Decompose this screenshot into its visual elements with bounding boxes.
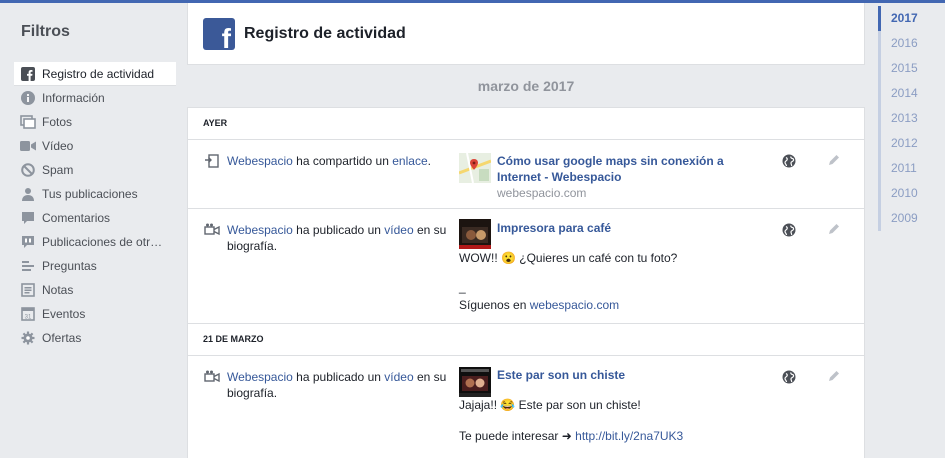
filter-activity-log[interactable]: Registro de actividad bbox=[14, 62, 176, 86]
photos-icon bbox=[20, 114, 36, 130]
period-text: . bbox=[427, 154, 431, 168]
offers-gear-icon bbox=[20, 330, 36, 346]
year-link-2011[interactable]: 2011 bbox=[878, 156, 928, 181]
post-text: Síguenos en webespacio.com bbox=[459, 297, 779, 313]
info-icon bbox=[20, 90, 36, 106]
filter-your-posts[interactable]: Tus publicaciones bbox=[14, 182, 176, 206]
post-text: WOW!! 😮 ¿Quieres un café con tu foto? bbox=[459, 251, 678, 265]
map-thumbnail[interactable] bbox=[458, 152, 492, 184]
post-text: Jajaja!! 😂 Este par son un chiste! bbox=[459, 398, 641, 412]
filters-title: Filtros bbox=[21, 23, 70, 40]
person-icon bbox=[20, 186, 36, 202]
filter-label: Eventos bbox=[42, 307, 86, 321]
month-heading: marzo de 2017 bbox=[477, 78, 575, 94]
page-title: Registro de actividad bbox=[244, 24, 406, 42]
facebook-icon bbox=[20, 66, 36, 82]
filter-label: Publicaciones de otr… bbox=[42, 235, 163, 249]
year-navigation: 2017 2016 2015 2014 2013 2012 2011 2010 … bbox=[878, 6, 928, 231]
filter-information[interactable]: Información bbox=[14, 86, 176, 110]
day-header: 21 de marzo bbox=[188, 324, 864, 356]
filter-others-posts[interactable]: Publicaciones de otr… bbox=[14, 230, 176, 254]
year-link-2016[interactable]: 2016 bbox=[878, 31, 928, 56]
year-link-2014[interactable]: 2014 bbox=[878, 81, 928, 106]
activity-entry: Webespacio ha publicado un vídeo en su b… bbox=[188, 356, 864, 458]
filter-notes[interactable]: Notas bbox=[14, 278, 176, 302]
post-text: _ bbox=[459, 280, 466, 294]
year-link-2009[interactable]: 2009 bbox=[878, 206, 928, 231]
action-text: ha publicado un bbox=[296, 223, 381, 237]
notes-icon bbox=[20, 282, 36, 298]
facebook-logo-icon: f bbox=[203, 17, 235, 52]
action-text: ha compartido un bbox=[296, 154, 389, 168]
comment-icon bbox=[20, 210, 36, 226]
activity-log-main: f Registro de actividad marzo de 2017 Ay… bbox=[187, 3, 865, 458]
questions-icon bbox=[20, 258, 36, 274]
filter-questions[interactable]: Preguntas bbox=[14, 254, 176, 278]
activity-log-header: f Registro de actividad bbox=[187, 3, 865, 65]
block-icon bbox=[20, 162, 36, 178]
activity-card: Ayer Webespacio ha compartido un enlace.… bbox=[187, 107, 865, 458]
filter-label: Notas bbox=[42, 283, 74, 297]
others-posts-icon bbox=[20, 234, 36, 250]
filter-label: Spam bbox=[42, 163, 74, 177]
video-thumbnail[interactable] bbox=[459, 367, 491, 397]
year-link-2017[interactable]: 2017 bbox=[878, 6, 928, 31]
filter-label: Tus publicaciones bbox=[42, 187, 138, 201]
activity-description: Webespacio ha compartido un enlace. bbox=[227, 153, 457, 169]
filter-label: Comentarios bbox=[42, 211, 111, 225]
video-camera-icon bbox=[204, 223, 220, 237]
post-title-link[interactable]: Impresora para café bbox=[497, 220, 737, 236]
object-link[interactable]: vídeo bbox=[384, 223, 413, 237]
filter-video[interactable]: Vídeo bbox=[14, 134, 176, 158]
post-domain: webespacio.com bbox=[497, 186, 587, 200]
object-link[interactable]: vídeo bbox=[384, 370, 413, 384]
object-link[interactable]: enlace bbox=[392, 154, 427, 168]
action-text: ha publicado un bbox=[296, 370, 381, 384]
activity-description: Webespacio ha publicado un vídeo en su b… bbox=[227, 222, 457, 254]
filter-label: Ofertas bbox=[42, 331, 82, 345]
globe-privacy-icon[interactable] bbox=[782, 223, 796, 237]
pencil-edit-icon[interactable] bbox=[828, 370, 840, 382]
activity-entry: Webespacio ha publicado un vídeo en su b… bbox=[188, 209, 864, 324]
actor-link[interactable]: Webespacio bbox=[227, 154, 293, 168]
year-link-2013[interactable]: 2013 bbox=[878, 106, 928, 131]
post-link[interactable]: http://bit.ly/2na7UK3 bbox=[575, 429, 683, 443]
year-link-2012[interactable]: 2012 bbox=[878, 131, 928, 156]
activity-description: Webespacio ha publicado un vídeo en su b… bbox=[227, 369, 457, 401]
filter-label: Información bbox=[42, 91, 105, 105]
post-title-link[interactable]: Cómo usar google maps sin conexión a Int… bbox=[497, 153, 737, 185]
post-title-link[interactable]: Este par son un chiste bbox=[497, 367, 737, 383]
filter-events[interactable]: 31 Eventos bbox=[14, 302, 176, 326]
pencil-edit-icon[interactable] bbox=[828, 223, 840, 235]
post-text: Te puede interesar ➜ http://bit.ly/2na7U… bbox=[459, 428, 779, 444]
actor-link[interactable]: Webespacio bbox=[227, 223, 293, 237]
video-icon bbox=[20, 138, 36, 154]
activity-entry: Webespacio ha compartido un enlace. Cómo… bbox=[188, 140, 864, 209]
globe-privacy-icon[interactable] bbox=[782, 154, 796, 168]
filter-comments[interactable]: Comentarios bbox=[14, 206, 176, 230]
video-camera-icon bbox=[204, 370, 220, 384]
filter-label: Fotos bbox=[42, 115, 73, 129]
pencil-edit-icon[interactable] bbox=[828, 154, 840, 166]
filters-sidebar: Filtros Registro de actividad Informació… bbox=[14, 22, 176, 350]
filter-label: Registro de actividad bbox=[42, 66, 155, 81]
share-icon bbox=[204, 154, 220, 168]
actor-link[interactable]: Webespacio bbox=[227, 370, 293, 384]
post-text-prefix: Síguenos en bbox=[459, 298, 527, 312]
filter-spam[interactable]: Spam bbox=[14, 158, 176, 182]
year-link-2010[interactable]: 2010 bbox=[878, 181, 928, 206]
filter-label: Vídeo bbox=[42, 139, 74, 153]
filter-offers[interactable]: Ofertas bbox=[14, 326, 176, 350]
post-text-prefix: Te puede interesar ➜ bbox=[459, 429, 572, 443]
filter-photos[interactable]: Fotos bbox=[14, 110, 176, 134]
video-thumbnail[interactable] bbox=[459, 219, 491, 249]
globe-privacy-icon[interactable] bbox=[782, 370, 796, 384]
day-header: Ayer bbox=[188, 108, 864, 140]
svg-text:31: 31 bbox=[25, 315, 32, 321]
calendar-icon: 31 bbox=[20, 306, 36, 322]
filter-label: Preguntas bbox=[42, 259, 97, 273]
year-link-2015[interactable]: 2015 bbox=[878, 56, 928, 81]
post-link[interactable]: webespacio.com bbox=[530, 298, 619, 312]
